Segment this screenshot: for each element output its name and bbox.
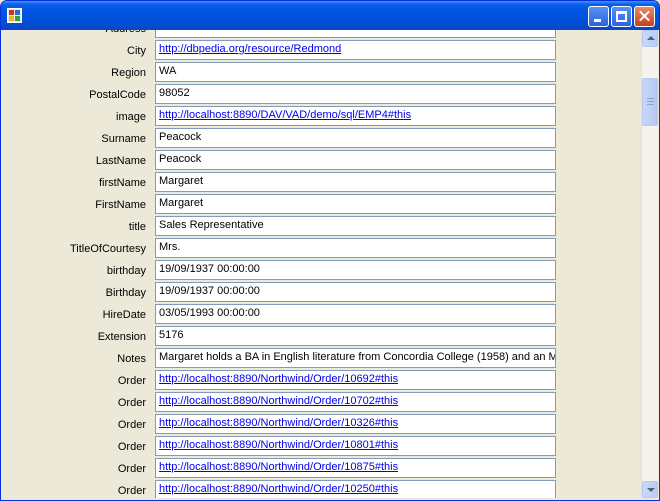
field-value[interactable]: Peacock (155, 128, 556, 148)
app-window: Address 1... City http://dbpedia.org/resour… (0, 0, 660, 501)
form-row: Order http://localhost:8890/Northwind/Ord… (4, 458, 641, 480)
form-row: Order http://localhost:8890/Northwind/Ord… (4, 414, 641, 436)
field-label: Order (117, 397, 146, 409)
minimize-icon (594, 19, 601, 22)
field-value[interactable]: Sales Representative (155, 216, 556, 236)
field-label: Birthday (105, 287, 146, 299)
field-label: Order (117, 419, 146, 431)
field-value-link[interactable]: http://localhost:8890/Northwind/Order/10… (155, 458, 556, 478)
maximize-icon (616, 11, 627, 22)
field-value[interactable]: 03/05/1993 00:00:00 (155, 304, 556, 324)
field-value[interactable]: 5176 (155, 326, 556, 346)
form-row: Region WA (4, 62, 641, 84)
field-label: HireDate (102, 309, 146, 321)
form-row: Surname Peacock (4, 128, 641, 150)
field-value-link[interactable]: http://dbpedia.org/resource/Redmond (155, 40, 556, 60)
record-form: Address 1... City http://dbpedia.org/resour… (4, 30, 641, 498)
field-value-link[interactable]: http://localhost:8890/Northwind/Order/10… (155, 436, 556, 456)
close-icon (635, 7, 654, 26)
form-row: Order http://localhost:8890/Northwind/Ord… (4, 436, 641, 458)
form-row: Address 1... (4, 30, 641, 40)
form-row: Order http://localhost:8890/Northwind/Ord… (4, 480, 641, 498)
close-button[interactable] (634, 6, 655, 27)
field-label: FirstName (95, 199, 146, 211)
field-label: Notes (117, 353, 146, 365)
minimize-button[interactable] (588, 6, 609, 27)
scroll-up-button[interactable] (642, 30, 658, 47)
field-label: Order (117, 441, 146, 453)
field-value-link[interactable]: http://localhost:8890/DAV/VAD/demo/sql/E… (155, 106, 556, 126)
field-value[interactable]: 19/09/1937 00:00:00 (155, 260, 556, 280)
field-label: image (116, 111, 146, 123)
chevron-down-icon (647, 488, 655, 492)
field-label: Surname (101, 133, 146, 145)
field-value-link[interactable]: http://localhost:8890/Northwind/Order/10… (155, 370, 556, 390)
form-row: PostalCode 98052 (4, 84, 641, 106)
form-row: LastName Peacock (4, 150, 641, 172)
field-label: City (127, 45, 146, 57)
field-value-link[interactable]: http://localhost:8890/Northwind/Order/10… (155, 480, 556, 498)
form-row: title Sales Representative (4, 216, 641, 238)
field-label: Order (117, 463, 146, 475)
field-label: firstName (98, 177, 146, 189)
form-row: firstName Margaret (4, 172, 641, 194)
form-row: Notes Margaret holds a BA in English lite… (4, 348, 641, 370)
field-label: Extension (97, 331, 146, 343)
field-value[interactable]: Mrs. (155, 238, 556, 258)
form-row: Order http://localhost:8890/Northwind/Ord… (4, 370, 641, 392)
scroll-thumb[interactable] (642, 78, 658, 126)
vertical-scrollbar[interactable] (641, 30, 658, 498)
field-label: PostalCode (89, 89, 146, 101)
chevron-up-icon (647, 36, 655, 40)
field-label: Region (111, 67, 146, 79)
field-label: birthday (106, 265, 146, 277)
form-row: City http://dbpedia.org/resource/Redmond (4, 40, 641, 62)
form-row: HireDate 03/05/1993 00:00:00 (4, 304, 641, 326)
form-row: Birthday 19/09/1937 00:00:00 (4, 282, 641, 304)
title-bar[interactable] (1, 1, 659, 30)
field-value[interactable]: WA (155, 62, 556, 82)
field-value[interactable]: 19/09/1937 00:00:00 (155, 282, 556, 302)
field-value-link[interactable]: http://localhost:8890/Northwind/Order/10… (155, 392, 556, 412)
field-label: LastName (95, 155, 146, 167)
form-row: Extension 5176 (4, 326, 641, 348)
field-label: Order (117, 375, 146, 387)
form-row: FirstName Margaret (4, 194, 641, 216)
field-value[interactable]: Margaret (155, 172, 556, 192)
field-value[interactable]: Margaret (155, 194, 556, 214)
app-icon[interactable] (7, 8, 22, 23)
field-value-link[interactable]: http://localhost:8890/Northwind/Order/10… (155, 414, 556, 434)
field-label: Order (117, 485, 146, 497)
form-row: image http://localhost:8890/DAV/VAD/demo/… (4, 106, 641, 128)
form-row: birthday 19/09/1937 00:00:00 (4, 260, 641, 282)
maximize-button[interactable] (611, 6, 632, 27)
form-row: TitleOfCourtesy Mrs. (4, 238, 641, 260)
scroll-down-button[interactable] (642, 481, 658, 498)
field-value[interactable]: Margaret holds a BA in English literatur… (155, 348, 556, 368)
field-label: title (128, 221, 146, 233)
field-label: TitleOfCourtesy (69, 243, 146, 255)
field-value[interactable]: 98052 (155, 84, 556, 104)
field-value[interactable]: Peacock (155, 150, 556, 170)
form-row: Order http://localhost:8890/Northwind/Ord… (4, 392, 641, 414)
field-value[interactable]: 1... (155, 30, 556, 38)
field-label: Address (106, 30, 146, 35)
